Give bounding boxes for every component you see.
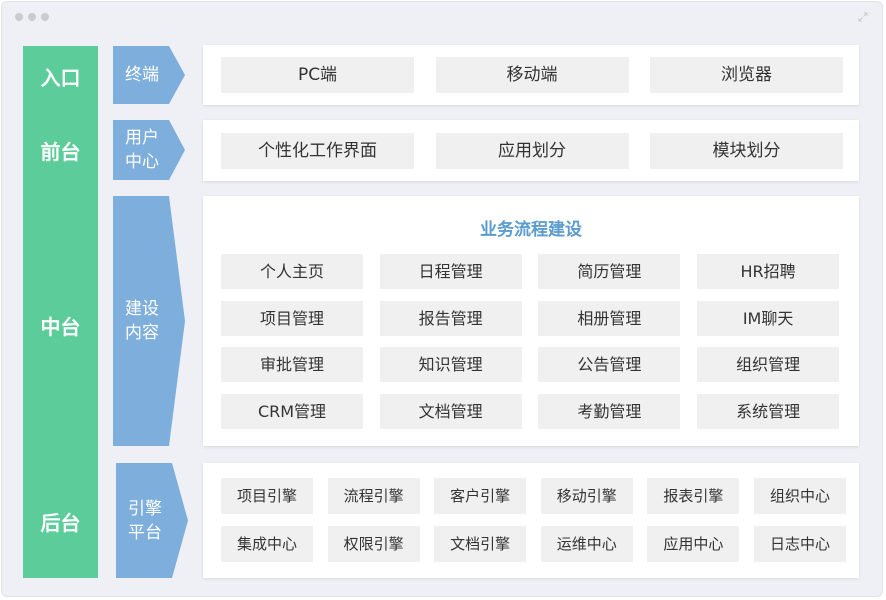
panel-title: 业务流程建设 (480, 220, 582, 240)
module-item: 组织管理 (697, 347, 840, 382)
sub-label-entry: 终端 (113, 46, 185, 104)
module-item: HR招聘 (697, 254, 840, 289)
sub-label-line: 用户 (125, 128, 159, 148)
module-item: 浏览器 (650, 57, 843, 93)
panel-front: 个性化工作界面 应用划分 模块划分 (203, 120, 859, 181)
sub-label-line: 中心 (125, 152, 159, 172)
layer-name: 前台 (40, 140, 81, 164)
sub-label-back: 引擎 平台 (116, 463, 188, 578)
close-dot[interactable] (15, 13, 23, 21)
panel-back: 项目引擎 流程引擎 客户引擎 移动引擎 报表引擎 组织中心集成中心 权限引擎 文档引擎 运维中心… (203, 463, 859, 578)
sub-label-line: 建设 (125, 299, 159, 319)
module-item: 运维中心 (540, 526, 633, 562)
panel-entry: PC端 移动端 浏览器 (203, 45, 859, 105)
module-item: 应用划分 (435, 132, 629, 169)
expand-icon[interactable] (858, 12, 868, 22)
module-item: 公告管理 (538, 347, 681, 382)
module-item: 简历管理 (538, 254, 681, 289)
title-bar (2, 2, 882, 32)
sub-label-text: 终端 (113, 63, 171, 87)
module-item: 权限引擎 (327, 526, 420, 562)
sub-label-text: 用户 中心 (113, 126, 171, 174)
module-item: 集成中心 (221, 526, 313, 562)
module-item: 日程管理 (379, 254, 522, 289)
module-item: 移动引擎 (540, 478, 633, 514)
module-item: 应用中心 (647, 526, 740, 562)
sub-label-line: 终端 (125, 65, 159, 85)
module-item: 文档管理 (379, 393, 522, 429)
sub-label-line: 内容 (125, 323, 159, 343)
module-item: 流程引擎 (327, 478, 420, 514)
minimize-dot[interactable] (28, 13, 36, 21)
module-item: 移动端 (435, 57, 629, 93)
module-item: 报告管理 (379, 300, 522, 336)
sub-label-line: 平台 (128, 522, 162, 543)
module-item: PC端 (221, 57, 414, 93)
sub-label-front: 用户 中心 (113, 120, 185, 180)
module-item: 个人主页 (221, 254, 363, 289)
module-item: CRM管理 (221, 393, 363, 429)
sub-label-line: 引擎 (128, 498, 162, 519)
layer-label-back: 后台 (23, 446, 98, 578)
layer-name: 中台 (40, 315, 81, 339)
sub-label-text: 引擎 平台 (116, 497, 174, 545)
layer-name: 入口 (40, 66, 81, 90)
panel-middle: 业务流程建设个人主页 日程管理 简历管理 HR招聘项目管理 报告管理 相册管理 IM聊天审批… (203, 196, 859, 446)
module-item: 组织中心 (754, 478, 846, 514)
sub-label-middle: 建设 内容 (113, 196, 185, 446)
module-item: 项目引擎 (221, 478, 313, 514)
layer-name: 后台 (40, 511, 81, 535)
module-item: 审批管理 (221, 347, 363, 382)
zoom-dot[interactable] (41, 13, 49, 21)
sub-label-text: 建设 内容 (113, 297, 171, 345)
module-item: IM聊天 (697, 300, 840, 336)
module-item: 系统管理 (697, 393, 840, 429)
module-item: 客户引擎 (434, 478, 527, 514)
module-item: 模块划分 (650, 132, 843, 169)
module-item: 项目管理 (221, 300, 363, 336)
module-item: 日志中心 (754, 526, 846, 562)
module-item: 相册管理 (538, 300, 681, 336)
module-item: 报表引擎 (647, 478, 740, 514)
module-item: 知识管理 (379, 347, 522, 382)
module-item: 个性化工作界面 (221, 132, 414, 169)
layer-label-middle: 中台 (23, 170, 98, 478)
module-item: 文档引擎 (434, 526, 527, 562)
module-item: 考勤管理 (538, 393, 681, 429)
